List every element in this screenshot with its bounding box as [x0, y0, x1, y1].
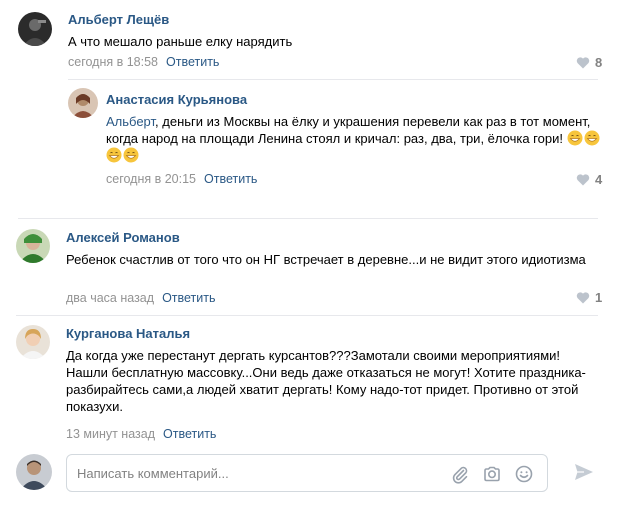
comment-meta: два часа назад Ответить: [66, 291, 216, 305]
grinning-emoji-icon: [567, 130, 583, 146]
grinning-emoji-icon: [123, 147, 139, 163]
comment-author[interactable]: Альберт Лещёв: [68, 12, 169, 27]
current-user-avatar[interactable]: [16, 454, 52, 490]
divider: [16, 315, 598, 316]
comment-time[interactable]: сегодня в 20:15: [106, 172, 196, 186]
comment-time[interactable]: сегодня в 18:58: [68, 55, 158, 69]
comment-time[interactable]: два часа назад: [66, 291, 154, 305]
comment-author[interactable]: Анастасия Курьянова: [106, 92, 247, 107]
comment-text-body: , деньги из Москвы на ёлку и украшения п…: [106, 114, 591, 146]
grinning-emoji-icon: [584, 130, 600, 146]
comment-composer: [66, 454, 548, 492]
mention-link[interactable]: Альберт: [106, 114, 155, 129]
comment-text: Да когда уже перестанут дергать курсанто…: [66, 348, 586, 414]
reply-link[interactable]: Ответить: [204, 172, 257, 186]
like-button[interactable]: 8: [576, 55, 602, 70]
comment-input[interactable]: [77, 463, 437, 483]
comment-meta: сегодня в 18:58 Ответить: [68, 55, 219, 69]
send-icon[interactable]: [572, 460, 596, 484]
avatar[interactable]: [68, 88, 98, 118]
emoji-icon[interactable]: [513, 463, 535, 485]
comment-meta: сегодня в 20:15 Ответить: [106, 172, 257, 186]
like-button[interactable]: 1: [576, 290, 602, 305]
divider: [18, 218, 598, 219]
like-count: 4: [595, 172, 603, 187]
comment-text: Альберт, деньги из Москвы на ёлку и укра…: [106, 113, 604, 164]
grinning-emoji-icon: [106, 147, 122, 163]
comment-meta: 13 минут назад Ответить: [66, 427, 216, 441]
reply-link[interactable]: Ответить: [163, 427, 216, 441]
camera-icon[interactable]: [481, 463, 503, 485]
like-count: 8: [595, 55, 603, 70]
avatar[interactable]: [16, 325, 50, 359]
comment-time[interactable]: 13 минут назад: [66, 427, 155, 441]
divider: [68, 79, 598, 80]
comment-text: Ребенок счастлив от того что он НГ встре…: [66, 252, 586, 267]
paperclip-icon[interactable]: [449, 463, 471, 485]
reply-link[interactable]: Ответить: [166, 55, 219, 69]
like-count: 1: [595, 290, 603, 305]
heart-icon: [576, 56, 590, 69]
reply-link[interactable]: Ответить: [162, 291, 215, 305]
avatar[interactable]: [18, 12, 52, 46]
comment-author[interactable]: Курганова Наталья: [66, 326, 190, 341]
comment-author[interactable]: Алексей Романов: [66, 230, 180, 245]
avatar[interactable]: [16, 229, 50, 263]
heart-icon: [576, 173, 590, 186]
like-button[interactable]: 4: [576, 172, 602, 187]
heart-icon: [576, 291, 590, 304]
comment-text: А что мешало раньше елку нарядить: [68, 34, 293, 49]
